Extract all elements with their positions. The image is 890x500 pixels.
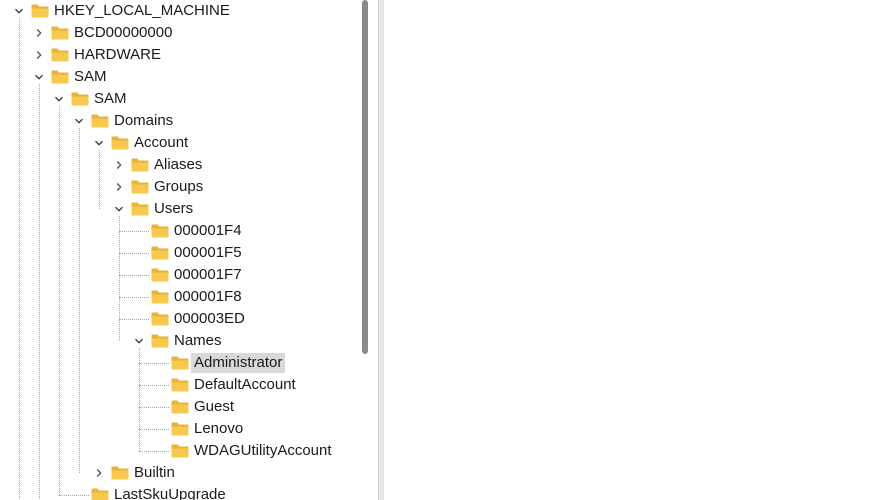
tree-node-account[interactable]: Account [0, 132, 358, 154]
tree-node-domains[interactable]: Domains [0, 110, 358, 132]
folder-icon [151, 268, 169, 282]
chevron-right-icon[interactable] [113, 181, 125, 193]
tree-node-sam[interactable]: SAM [0, 66, 358, 88]
folder-icon [51, 48, 69, 62]
tree-scrollbar[interactable] [358, 0, 372, 500]
tree-node-bcd00000000[interactable]: BCD00000000 [0, 22, 358, 44]
chevron-down-icon[interactable] [33, 71, 45, 83]
folder-icon [131, 180, 149, 194]
tree-node-label: Guest [194, 398, 235, 415]
tree-node-label: HARDWARE [74, 46, 161, 63]
tree-node-guest[interactable]: Guest [0, 396, 358, 418]
tree-node-lastskuupgrade[interactable]: LastSkuUpgrade [0, 484, 358, 500]
tree-node-label: Aliases [154, 156, 203, 173]
tree-node-wdagutilityaccount[interactable]: WDAGUtilityAccount [0, 440, 358, 462]
tree-node-label: 000001F5 [174, 244, 242, 261]
tree-node-hardware[interactable]: HARDWARE [0, 44, 358, 66]
folder-icon [151, 246, 169, 260]
chevron-right-icon[interactable] [93, 467, 105, 479]
registry-key-tree[interactable]: HKEY_LOCAL_MACHINE BCD00000000 HARDWARE SAM… [0, 0, 358, 500]
chevron-down-icon[interactable] [133, 335, 145, 347]
tree-node-defaultaccount[interactable]: DefaultAccount [0, 374, 358, 396]
scrollbar-thumb[interactable] [362, 0, 368, 354]
tree-node-label: Builtin [134, 464, 175, 481]
tree-node-label: Lenovo [194, 420, 244, 437]
tree-node-label: SAM [94, 90, 127, 107]
folder-icon [111, 136, 129, 150]
tree-node-administrator[interactable]: Administrator [0, 352, 358, 374]
folder-icon [51, 70, 69, 84]
chevron-down-icon[interactable] [113, 203, 125, 215]
tree-node-000001f4[interactable]: 000001F4 [0, 220, 358, 242]
tree-node-hkey-local-machine[interactable]: HKEY_LOCAL_MACHINE [0, 0, 358, 22]
tree-node-label: Administrator [191, 353, 286, 373]
tree-node-000001f8[interactable]: 000001F8 [0, 286, 358, 308]
tree-node-sam[interactable]: SAM [0, 88, 358, 110]
tree-node-label: 000003ED [174, 310, 245, 327]
folder-icon [51, 26, 69, 40]
chevron-down-icon[interactable] [73, 115, 85, 127]
tree-node-label: Users [154, 200, 194, 217]
tree-node-000003ed[interactable]: 000003ED [0, 308, 358, 330]
folder-icon [171, 378, 189, 392]
tree-node-label: 000001F8 [174, 288, 242, 305]
chevron-right-icon[interactable] [33, 27, 45, 39]
folder-icon [171, 444, 189, 458]
tree-node-builtin[interactable]: Builtin [0, 462, 358, 484]
folder-icon [171, 400, 189, 414]
tree-node-label: 000001F7 [174, 266, 242, 283]
chevron-down-icon[interactable] [13, 5, 25, 17]
folder-icon [151, 334, 169, 348]
tree-node-label: SAM [74, 68, 107, 85]
folder-icon [151, 290, 169, 304]
tree-node-aliases[interactable]: Aliases [0, 154, 358, 176]
chevron-down-icon[interactable] [93, 137, 105, 149]
tree-node-label: Names [174, 332, 222, 349]
tree-node-label: WDAGUtilityAccount [194, 442, 332, 459]
folder-icon [91, 488, 109, 500]
folder-icon [111, 466, 129, 480]
folder-icon [91, 114, 109, 128]
tree-node-000001f7[interactable]: 000001F7 [0, 264, 358, 286]
tree-node-names[interactable]: Names [0, 330, 358, 352]
chevron-right-icon[interactable] [113, 159, 125, 171]
chevron-down-icon[interactable] [53, 93, 65, 105]
tree-node-label: BCD00000000 [74, 24, 173, 41]
tree-node-label: Groups [154, 178, 204, 195]
tree-node-groups[interactable]: Groups [0, 176, 358, 198]
registry-values-pane[interactable] [384, 0, 890, 500]
folder-icon [31, 4, 49, 18]
tree-node-label: LastSkuUpgrade [114, 486, 226, 500]
tree-node-lenovo[interactable]: Lenovo [0, 418, 358, 440]
folder-icon [131, 158, 149, 172]
chevron-right-icon[interactable] [33, 49, 45, 61]
folder-icon [151, 224, 169, 238]
folder-icon [71, 92, 89, 106]
tree-node-label: 000001F4 [174, 222, 242, 239]
tree-node-000001f5[interactable]: 000001F5 [0, 242, 358, 264]
folder-icon [171, 356, 189, 370]
folder-icon [151, 312, 169, 326]
tree-node-label: HKEY_LOCAL_MACHINE [54, 2, 230, 19]
tree-node-users[interactable]: Users [0, 198, 358, 220]
tree-node-label: DefaultAccount [194, 376, 296, 393]
folder-icon [131, 202, 149, 216]
folder-icon [171, 422, 189, 436]
tree-node-label: Domains [114, 112, 174, 129]
tree-node-label: Account [134, 134, 189, 151]
